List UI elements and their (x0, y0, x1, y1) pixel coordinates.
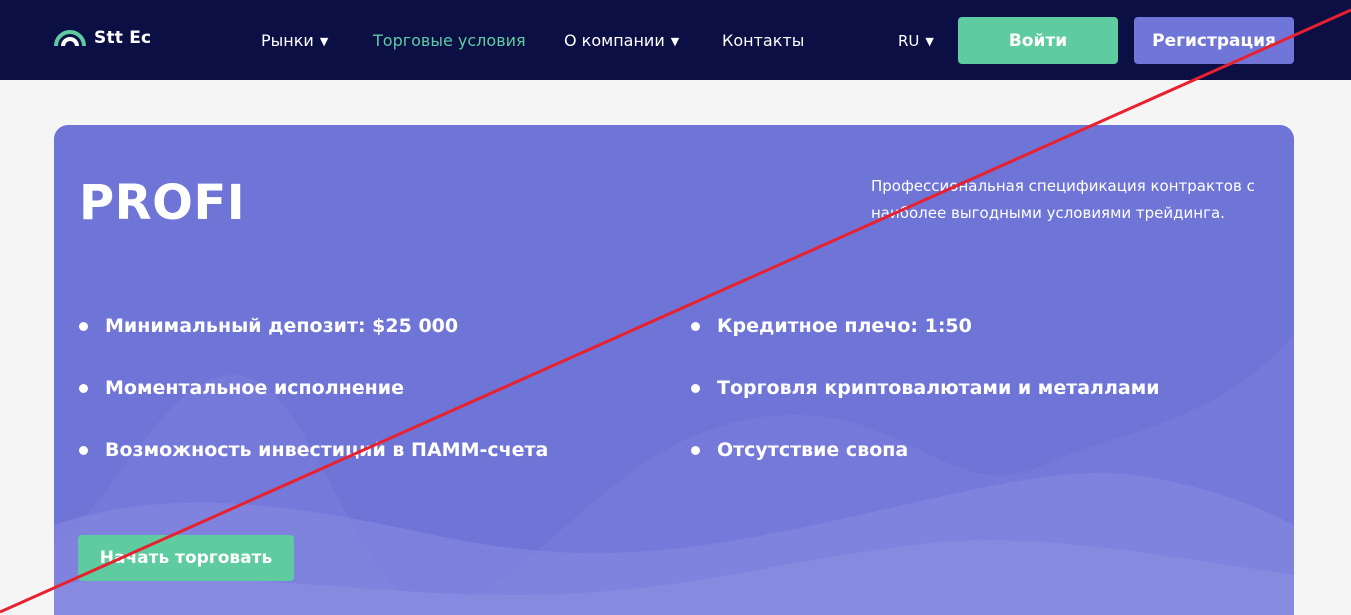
feature-label: Кредитное плечо: 1:50 (717, 315, 972, 337)
nav-item-label: Контакты (722, 31, 805, 50)
feature-item: Моментальное исполнение (79, 377, 404, 399)
caret-down-icon: ▼ (925, 35, 934, 48)
login-button[interactable]: Войти (958, 17, 1118, 64)
language-selector[interactable]: RU ▼ (898, 32, 934, 50)
plan-title: PROFI (79, 175, 246, 231)
register-button[interactable]: Регистрация (1134, 17, 1294, 64)
site-header: Stt Ec Рынки ▼ Торговые условия О компани… (0, 0, 1351, 80)
nav-item-label: О компании (564, 31, 665, 50)
feature-label: Возможность инвестиций в ПАММ-счета (105, 439, 549, 461)
brand-name: Stt Ec (94, 28, 152, 48)
nav-item-label: Торговые условия (373, 31, 526, 50)
feature-item: Возможность инвестиций в ПАММ-счета (79, 439, 548, 461)
feature-item: Минимальный депозит: $25 000 (79, 315, 458, 337)
start-trading-button[interactable]: Начать торговать (78, 535, 294, 581)
caret-down-icon: ▼ (670, 35, 680, 48)
bullet-icon (691, 445, 700, 455)
feature-label: Моментальное исполнение (105, 377, 404, 399)
bullet-icon (79, 383, 88, 393)
nav-item-about[interactable]: О компании ▼ (564, 31, 679, 50)
caret-down-icon: ▼ (319, 35, 329, 48)
feature-item: Торговля криптовалютами и металлами (691, 377, 1160, 399)
feature-item: Отсутствие свопа (691, 439, 908, 461)
bullet-icon (691, 383, 700, 393)
bullet-icon (79, 445, 88, 455)
logo[interactable]: Stt Ec (54, 28, 151, 48)
bullet-icon (79, 321, 88, 331)
feature-label: Торговля криптовалютами и металлами (717, 377, 1160, 399)
nav-item-label: Рынки (261, 31, 314, 50)
language-label: RU (898, 32, 920, 50)
nav-item-contacts[interactable]: Контакты (722, 31, 804, 50)
feature-label: Отсутствие свопа (717, 439, 909, 461)
bullet-icon (691, 321, 700, 331)
feature-label: Минимальный депозит: $25 000 (105, 315, 459, 337)
feature-item: Кредитное плечо: 1:50 (691, 315, 972, 337)
plan-card: PROFI Профессиональная спецификация конт… (54, 125, 1294, 615)
plan-description: Профессиональная спецификация контрактов… (871, 177, 1255, 222)
logo-icon (54, 30, 86, 47)
nav-item-trading-conditions[interactable]: Торговые условия (373, 31, 526, 50)
nav-item-markets[interactable]: Рынки ▼ (261, 31, 328, 50)
